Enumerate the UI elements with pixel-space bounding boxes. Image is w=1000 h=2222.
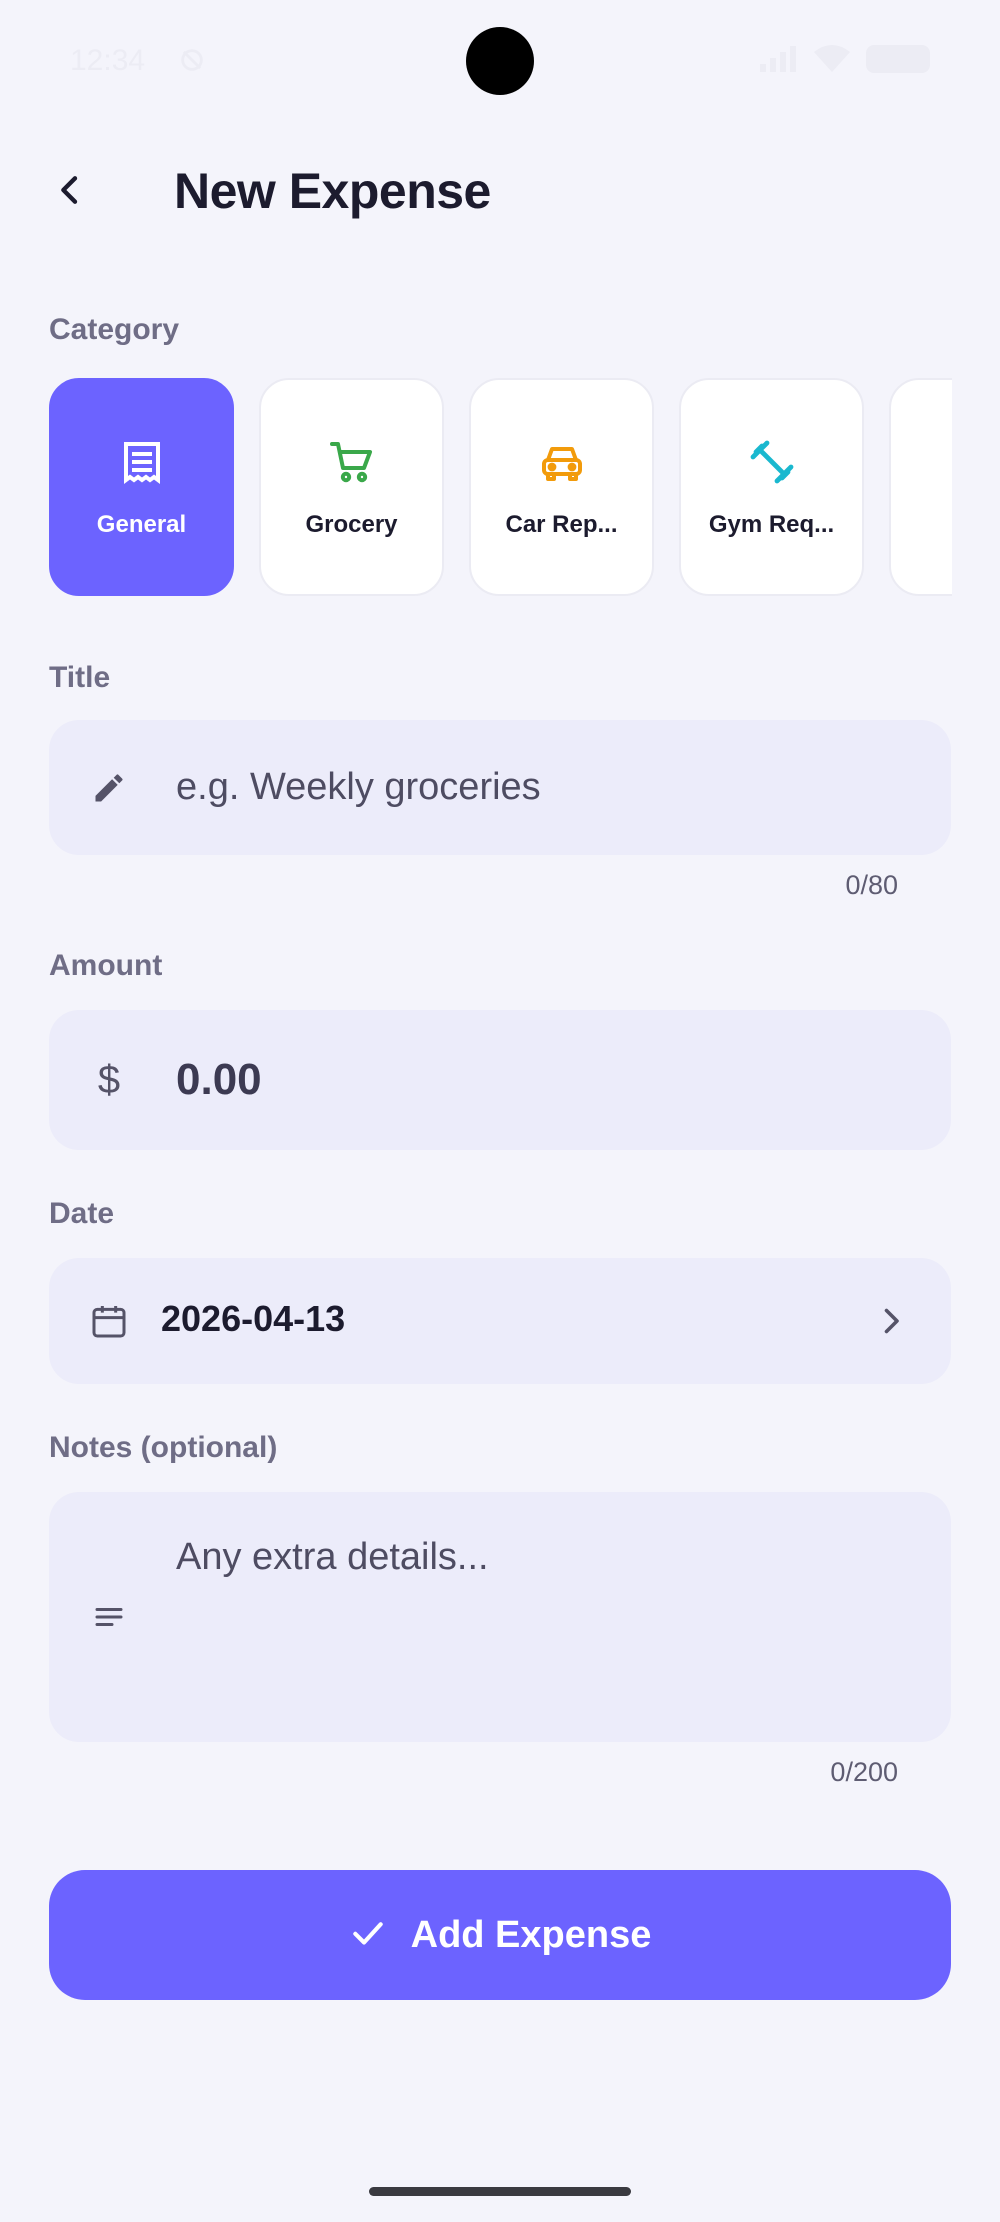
category-entertainment[interactable]: En (889, 378, 952, 596)
title-counter: 0/80 (845, 870, 898, 900)
wifi-icon (812, 44, 852, 74)
status-icons (758, 44, 930, 74)
title-label: Title (49, 661, 111, 694)
amount-input[interactable]: $ 0.00 (49, 1010, 951, 1150)
notes-counter: 0/200 (830, 1757, 898, 1787)
category-label-general: General (96, 511, 187, 538)
signal-icon (758, 44, 798, 74)
add-expense-label: Add Expense (410, 1913, 652, 1956)
date-picker[interactable]: 2026-04-13 (49, 1258, 951, 1384)
chevron-right-icon (871, 1296, 911, 1346)
header: New Expense (0, 150, 1000, 230)
category-gym[interactable]: Gym Req... (679, 378, 864, 596)
calendar-icon (89, 1301, 129, 1341)
category-label-grocery: Grocery (305, 511, 398, 538)
category-grocery[interactable]: Grocery (259, 378, 444, 596)
battery-icon (866, 45, 930, 73)
category-label: Category (49, 313, 180, 346)
pencil-icon (89, 768, 129, 808)
notes-placeholder: Any extra details... (176, 1536, 489, 1578)
category-general[interactable]: General (49, 378, 234, 596)
amount-label: Amount (49, 949, 163, 982)
check-icon (349, 1914, 387, 1957)
notes-lines-icon (89, 1597, 129, 1637)
category-label-gym: Gym Req... (708, 511, 835, 538)
dumbbell-icon (745, 435, 799, 489)
add-expense-button[interactable]: Add Expense (49, 1870, 951, 2000)
home-indicator[interactable] (369, 2187, 631, 2196)
amount-value: 0.00 (176, 1055, 262, 1104)
category-scroller[interactable]: General Grocery Car Rep... Gym Req... En (49, 378, 952, 598)
back-button[interactable] (40, 160, 100, 220)
car-icon (535, 435, 589, 489)
receipt-icon (115, 435, 169, 489)
dollar-icon: $ (97, 1057, 121, 1102)
chevron-left-icon (61, 176, 78, 204)
date-label: Date (49, 1197, 115, 1230)
cart-icon (325, 435, 379, 489)
title-input[interactable]: e.g. Weekly groceries (49, 720, 951, 855)
notes-label: Notes (optional) (49, 1431, 278, 1464)
sync-icon (178, 46, 206, 74)
category-label-car-repair: Car Rep... (505, 511, 618, 538)
title-placeholder: e.g. Weekly groceries (176, 766, 541, 808)
category-car-repair[interactable]: Car Rep... (469, 378, 654, 596)
status-bar: 12:34 (0, 0, 1000, 120)
status-time: 12:34 (70, 44, 146, 77)
page-title: New Expense (174, 163, 491, 219)
camera-cutout (466, 27, 534, 95)
date-value: 2026-04-13 (161, 1298, 346, 1339)
notes-input[interactable]: Any extra details... (49, 1492, 951, 1742)
